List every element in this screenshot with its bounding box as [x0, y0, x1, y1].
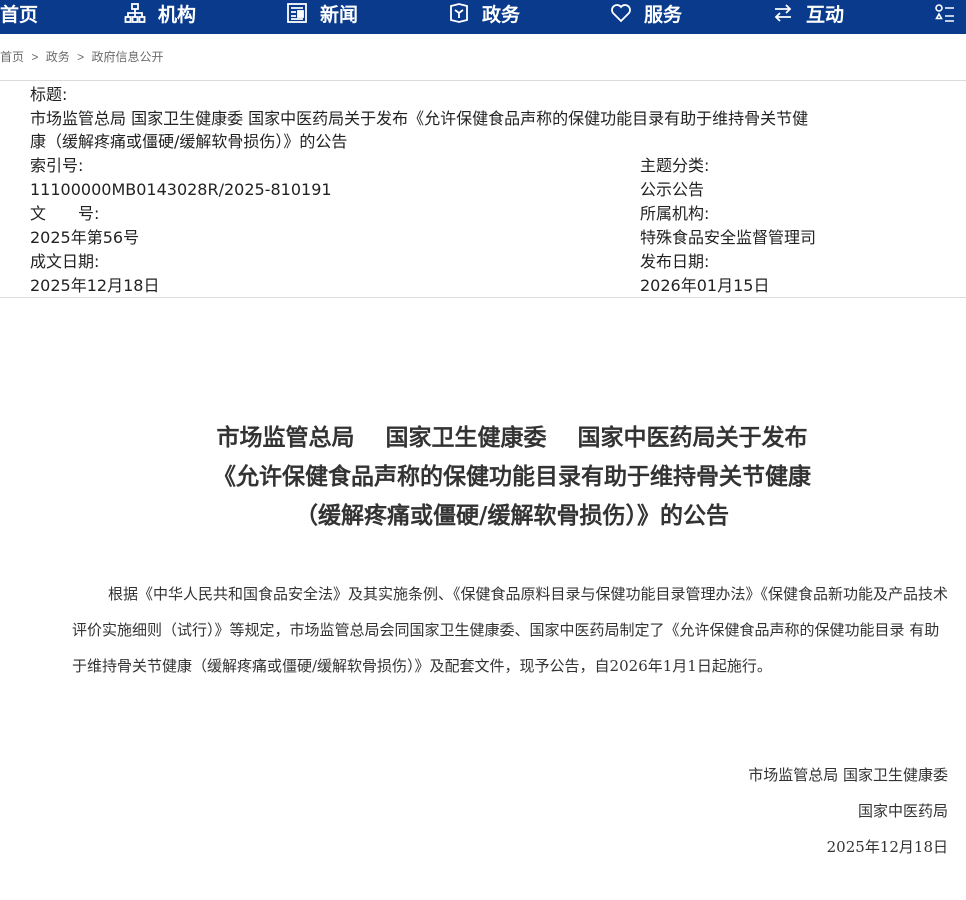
breadcrumb-separator: >	[31, 50, 39, 64]
newspaper-icon	[286, 2, 308, 24]
nav-item-label: 互动	[806, 3, 845, 26]
settings-list-icon	[934, 2, 956, 24]
article-heading-line3: （缓解疼痛或僵硬/缓解软骨损伤）》的公告	[295, 502, 729, 529]
org-value: 特殊食品安全监督管理司	[640, 228, 817, 247]
topic-value: 公示公告	[640, 180, 705, 199]
docno-label: 文 号:	[30, 204, 100, 223]
nav-item-home[interactable]: 首页	[0, 0, 38, 26]
index-value: 11100000MB0143028R/2025-810191	[30, 180, 332, 199]
org-chart-icon	[124, 2, 146, 24]
signature-date: 2025年12月18日	[826, 838, 948, 856]
nav-item-label: 服务	[644, 3, 683, 26]
nav-item-label: 机构	[158, 3, 197, 26]
nav-item-more[interactable]	[934, 0, 966, 26]
article-heading-line1: 市场监管总局 国家卫生健康委 国家中医药局关于发布	[216, 424, 808, 451]
signature-issuer-2: 国家中医药局	[857, 802, 948, 820]
nav-item-service[interactable]: 服务	[610, 0, 682, 26]
breadcrumb-home[interactable]: 首页	[0, 50, 24, 64]
breadcrumb: 首页 > 政务 > 政府信息公开	[0, 48, 163, 65]
index-label: 索引号:	[30, 156, 84, 175]
government-icon	[448, 2, 470, 24]
created-date-label: 成文日期:	[30, 252, 100, 271]
nav-item-government[interactable]: 政务	[448, 0, 520, 26]
breadcrumb-separator: >	[77, 50, 85, 64]
nav-item-label: 政务	[482, 3, 521, 26]
nav-item-news[interactable]: 新闻	[286, 0, 358, 26]
published-date-value: 2026年01月15日	[640, 276, 770, 295]
heart-icon	[610, 2, 632, 24]
created-date-value: 2025年12月18日	[30, 276, 160, 295]
article-heading-line2: 《允许保健食品声称的保健功能目录有助于维持骨关节健康	[213, 463, 811, 490]
breadcrumb-gov-info[interactable]: 政府信息公开	[91, 50, 163, 64]
nav-item-interaction[interactable]: 互动	[772, 0, 844, 26]
breadcrumb-government[interactable]: 政务	[46, 50, 70, 64]
document-metadata: 标题: 市场监管总局 国家卫生健康委 国家中医药局关于发布《允许保健食品声称的保…	[0, 80, 966, 298]
nav-item-org[interactable]: 机构	[124, 0, 196, 26]
exchange-arrows-icon	[772, 2, 794, 24]
topic-label: 主题分类:	[640, 156, 710, 175]
nav-item-label: 首页	[0, 3, 39, 26]
article-paragraph: 根据《中华人民共和国食品安全法》及其实施条例、《保健食品原料目录与保健功能目录管…	[72, 585, 949, 675]
title-label: 标题:	[30, 85, 68, 104]
org-label: 所属机构:	[640, 204, 710, 223]
top-nav-bar: 首页 机构 新闻 政务 服务 互动	[0, 0, 966, 34]
title-value-line1: 市场监管总局 国家卫生健康委 国家中医药局关于发布《允许保健食品声称的保健功能目…	[30, 109, 809, 128]
signature-issuers: 市场监管总局 国家卫生健康委	[748, 766, 948, 784]
docno-value: 2025年第56号	[30, 228, 140, 247]
published-date-label: 发布日期:	[640, 252, 710, 271]
nav-item-label: 新闻	[320, 3, 359, 26]
title-value-line2: 康（缓解疼痛或僵硬/缓解软骨损伤）》的公告	[30, 132, 348, 151]
